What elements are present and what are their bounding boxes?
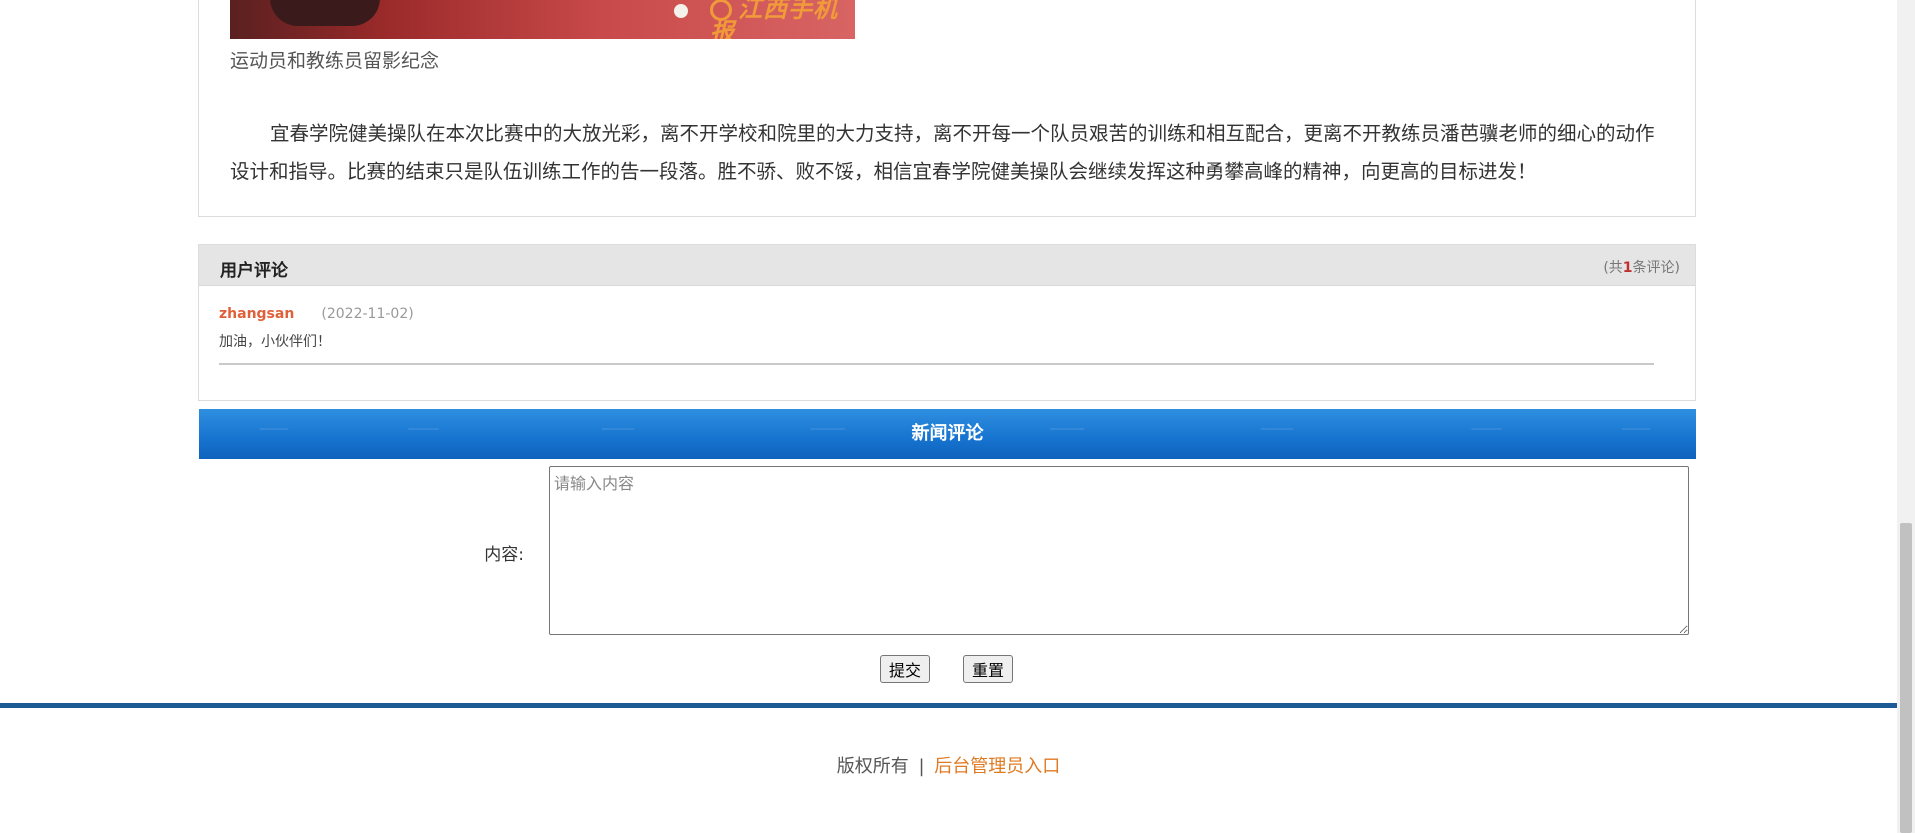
footer-copyright: 版权所有 bbox=[836, 756, 909, 777]
news-comment-title: 新闻评论 bbox=[911, 423, 984, 444]
article-paragraph: 宜春学院健美操队在本次比赛中的大放光彩，离不开学校和院里的大力支持，离不开每一个… bbox=[230, 122, 1655, 183]
photo-ball bbox=[674, 4, 688, 18]
submit-button[interactable]: 提交 bbox=[880, 655, 931, 683]
page-scrollbar[interactable] bbox=[1897, 0, 1915, 833]
reset-button[interactable]: 重置 bbox=[963, 655, 1014, 683]
user-comments-panel: 用户评论 (共1条评论) zhangsan (2022-11-02) 加油，小伙… bbox=[198, 244, 1696, 401]
photo-caption: 运动员和教练员留影纪念 bbox=[230, 50, 440, 72]
footer-separator: | bbox=[918, 756, 925, 777]
article-content: 江西手机报 运动员和教练员留影纪念 宜春学院健美操队在本次比赛中的大放光彩，离不… bbox=[198, 0, 1696, 217]
comments-title: 用户评论 bbox=[220, 261, 288, 281]
article-photo: 江西手机报 bbox=[230, 0, 855, 39]
comment-divider bbox=[219, 363, 1654, 365]
comment-text: 加油，小伙伴们！ bbox=[219, 334, 331, 350]
photo-watermark: 江西手机报 bbox=[710, 0, 855, 39]
comment-author: zhangsan bbox=[219, 306, 295, 322]
comments-header: 用户评论 (共1条评论) bbox=[199, 245, 1695, 286]
comments-count: (共1条评论) bbox=[1603, 260, 1680, 276]
news-comment-banner: 新闻评论 bbox=[199, 409, 1696, 459]
footer: 版权所有 | 后台管理员入口 bbox=[0, 752, 1897, 778]
photo-dark-object bbox=[270, 0, 380, 26]
content-label: 内容: bbox=[484, 545, 524, 565]
comment-date: (2022-11-02) bbox=[321, 306, 414, 322]
content-textarea[interactable] bbox=[549, 466, 1689, 635]
admin-entry-link[interactable]: 后台管理员入口 bbox=[934, 756, 1060, 777]
comments-count-number: 1 bbox=[1622, 260, 1633, 276]
scrollbar-thumb[interactable] bbox=[1900, 523, 1912, 833]
footer-divider bbox=[0, 703, 1897, 708]
comment-item: zhangsan (2022-11-02) 加油，小伙伴们！ bbox=[219, 303, 1654, 365]
